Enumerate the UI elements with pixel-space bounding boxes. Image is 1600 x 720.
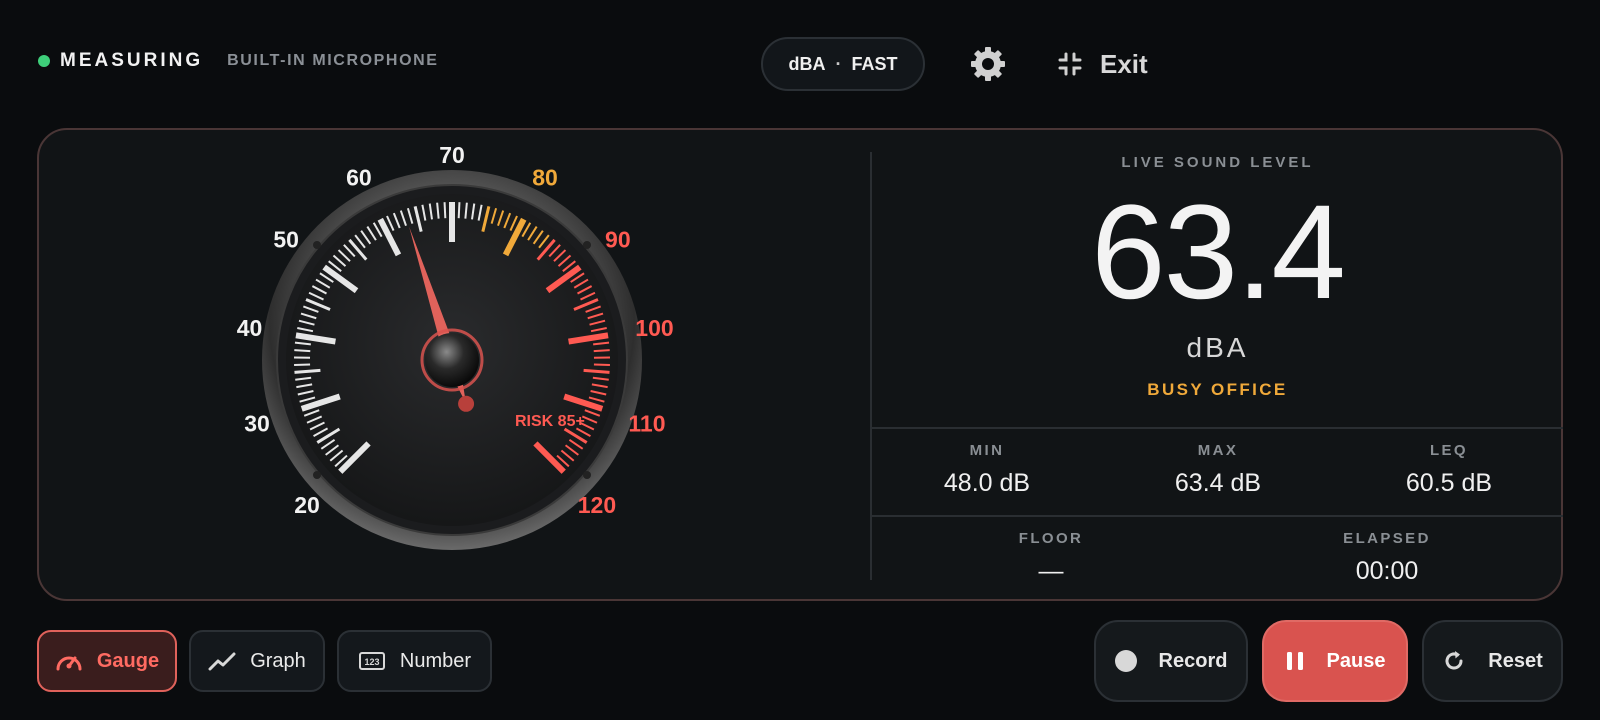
stats-divider xyxy=(872,427,1563,429)
pause-label: Pause xyxy=(1326,649,1386,672)
weighting-label: dBA xyxy=(788,53,826,74)
tab-number[interactable]: 123 Number xyxy=(337,630,492,692)
leq-value: 60.5 dB xyxy=(1405,469,1493,497)
pause-icon xyxy=(1286,652,1303,670)
status-label: MEASURING xyxy=(60,50,204,71)
gauge-icon xyxy=(56,656,82,671)
level-unit: dBA xyxy=(1186,332,1249,363)
min-stat: MIN 48.0 dB xyxy=(912,442,1062,498)
gauge-scale-label: 110 xyxy=(628,410,665,436)
pause-button[interactable]: Pause xyxy=(1262,620,1408,702)
noise-category: BUSY OFFICE xyxy=(1147,380,1288,399)
level-readout: LIVE SOUND LEVEL 63.4 dBA BUSY OFFICE MI… xyxy=(872,130,1563,603)
elapsed-label: ELAPSED xyxy=(1343,530,1431,547)
sound-level-gauge: 20 30 40 50 60 70 80 90 100 110 120 RISK 85+ xyxy=(237,142,674,550)
gauge-scale-label: 20 xyxy=(294,492,320,518)
live-level-label: LIVE SOUND LEVEL xyxy=(1121,154,1314,171)
elapsed-value: 00:00 xyxy=(1355,557,1419,585)
input-source-label: BUILT-IN MICROPHONE xyxy=(227,52,439,69)
gauge-scale-label: 70 xyxy=(439,142,465,168)
gauge-scale-label: 50 xyxy=(273,227,299,253)
leq-stat: LEQ 60.5 dB xyxy=(1374,442,1524,498)
elapsed-stat: ELAPSED 00:00 xyxy=(1312,530,1462,586)
reset-button[interactable]: Reset xyxy=(1422,620,1563,702)
record-button[interactable]: Record xyxy=(1094,620,1248,702)
tab-number-label: Number xyxy=(399,649,472,672)
min-value: 48.0 dB xyxy=(943,469,1031,497)
separator: · xyxy=(835,53,842,74)
response-label: FAST xyxy=(851,53,898,74)
tab-gauge[interactable]: Gauge xyxy=(37,630,177,692)
gauge-tick xyxy=(294,363,311,366)
gauge-view: 20 30 40 50 60 70 80 90 100 110 120 RISK 85+ xyxy=(39,130,869,603)
top-bar: MEASURING BUILT-IN MICROPHONE dBA · FAST xyxy=(0,0,1600,126)
gauge-tick xyxy=(457,202,461,219)
meter-panel: 20 30 40 50 60 70 80 90 100 110 120 RISK 85+ LIVE … xyxy=(37,128,1563,601)
gauge-tick xyxy=(593,363,610,366)
max-label: MAX xyxy=(1197,442,1239,459)
exit-fullscreen-icon xyxy=(1058,52,1082,76)
floor-stat: FLOOR — xyxy=(976,530,1126,586)
exit-label: Exit xyxy=(1100,48,1148,79)
stats-divider-2 xyxy=(872,515,1563,517)
tab-gauge-label: Gauge xyxy=(96,649,160,672)
gauge-tick xyxy=(583,368,610,374)
gauge-scale-label: 40 xyxy=(237,315,263,341)
record-label: Record xyxy=(1158,649,1228,672)
weighting-response-selector[interactable]: dBA · FAST xyxy=(761,37,925,91)
svg-text:123: 123 xyxy=(364,657,379,667)
gauge-tick xyxy=(593,349,610,353)
floor-label: FLOOR xyxy=(1018,530,1084,547)
leq-label: LEQ xyxy=(1429,442,1469,459)
reset-label: Reset xyxy=(1488,649,1543,672)
reset-icon xyxy=(1445,651,1463,670)
tab-graph-label: Graph xyxy=(250,649,306,672)
line-chart-icon xyxy=(208,652,236,671)
gauge-scale-label: 90 xyxy=(605,227,631,253)
floor-value: — xyxy=(1038,557,1064,585)
exit-fullscreen-button[interactable]: Exit xyxy=(1058,42,1148,86)
gauge-scale-label: 120 xyxy=(578,492,616,518)
gauge-scale-label: 30 xyxy=(244,410,270,436)
measurement-status: MEASURING BUILT-IN MICROPHONE xyxy=(38,50,439,72)
current-level-value: 63.4 xyxy=(1091,178,1346,327)
record-icon xyxy=(1114,650,1137,672)
gauge-hub xyxy=(425,333,479,387)
gauge-scale-label: 80 xyxy=(532,164,558,190)
status-dot-icon xyxy=(38,55,50,67)
tab-graph[interactable]: Graph xyxy=(189,630,325,692)
settings-gear-icon[interactable] xyxy=(968,44,1008,84)
max-stat: MAX 63.4 dB xyxy=(1143,442,1293,498)
gauge-scale-label: 60 xyxy=(346,164,372,190)
gauge-tick xyxy=(294,368,321,374)
numbers-icon: 123 xyxy=(358,652,385,670)
needle-counterweight xyxy=(458,395,475,412)
gauge-tick xyxy=(443,202,447,219)
risk-zone-label: RISK 85+ xyxy=(515,413,585,430)
min-label: MIN xyxy=(969,442,1005,459)
gauge-tick xyxy=(294,349,311,353)
gauge-scale-label: 100 xyxy=(635,315,673,341)
max-value: 63.4 dB xyxy=(1174,469,1262,497)
